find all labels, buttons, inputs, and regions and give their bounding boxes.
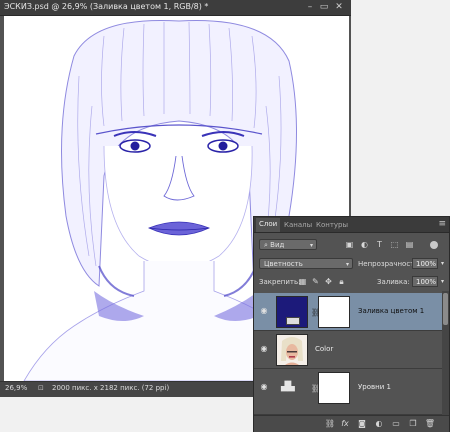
adjustment-layer-icon[interactable]: ◐ [373,419,385,429]
filter-type-icon[interactable]: T [375,240,384,249]
layer-mask-thumbnail [318,296,350,328]
layer-row[interactable]: ◉ ⛓︎ Заливка цветом 1 [254,293,449,331]
document-info: 2000 пикс. x 2182 пикс. (72 ppi) [52,384,170,392]
chevron-down-icon: ▾ [345,261,349,268]
levels-adjustment-icon: ▟▙ [281,382,295,392]
eye-icon[interactable]: ◉ [259,307,269,315]
opacity-field[interactable]: 100% [412,258,438,269]
fx-icon[interactable]: fx [339,419,351,429]
chevron-down-icon[interactable]: ▾ [441,260,444,267]
layers-panel: Слои Каналы Контуры ≡ ⌕ Вид ▾ ▣ ◐ T ⬚ ▤ … [253,216,450,432]
filter-pixel-icon[interactable]: ▣ [345,240,354,249]
tab-channels[interactable]: Каналы [281,219,315,231]
lock-label: Закрепить: [259,278,301,286]
layer-thumbnail [276,296,308,328]
layers-scroll-thumb[interactable] [443,293,448,325]
filter-row: ⌕ Вид ▾ ▣ ◐ T ⬚ ▤ [254,238,449,252]
lock-row: Закрепить: ▦ ✎ ✥ 🔒︎ Заливка: 100% ▾ [254,275,449,289]
filter-kind-dropdown[interactable]: ⌕ Вид ▾ [259,239,317,250]
close-button[interactable]: ✕ [333,2,345,12]
blend-mode-value: Цветность [264,260,303,268]
panel-bottom-bar: ⛓︎ fx ◙ ◐ ▭ ❐ 🗑︎ [254,415,449,432]
minimize-button[interactable]: – [304,2,316,12]
panel-tabs: Слои Каналы Контуры ≡ [254,217,449,233]
lock-position-icon[interactable]: ✥ [324,277,333,286]
new-layer-icon[interactable]: ❐ [407,419,419,429]
filter-shape-icon[interactable]: ⬚ [390,240,399,249]
document-title: ЭСКИЗ.psd @ 26,9% (Заливка цветом 1, RGB… [4,2,209,11]
layer-thumbnail [276,334,308,366]
lock-all-icon[interactable]: 🔒︎ [337,277,346,286]
fill-label: Заливка: [377,278,410,286]
eye-icon[interactable]: ◉ [259,383,269,391]
status-menu-icon[interactable]: ⊡ [38,384,44,392]
link-layers-icon[interactable]: ⛓︎ [324,419,336,429]
eye-icon[interactable]: ◉ [259,345,269,353]
filter-toggle-icon[interactable] [430,241,438,249]
filter-smart-object-icon[interactable]: ▤ [405,240,414,249]
document-titlebar[interactable]: ЭСКИЗ.psd @ 26,9% (Заливка цветом 1, RGB… [0,0,351,16]
filter-adjustment-icon[interactable]: ◐ [360,240,369,249]
filter-kind-label: Вид [270,241,285,249]
chevron-down-icon: ▾ [309,242,313,249]
trash-icon[interactable]: 🗑︎ [424,419,436,429]
add-mask-icon[interactable]: ◙ [356,419,368,429]
blend-row: Цветность ▾ Непрозрачность: 100% ▾ [254,257,449,271]
blend-mode-dropdown[interactable]: Цветность ▾ [259,258,353,269]
layer-name: Заливка цветом 1 [358,307,425,315]
lock-pixels-icon[interactable]: ✎ [311,277,320,286]
fill-layer-icon [286,317,300,325]
zoom-level[interactable]: 26,9% [5,384,27,392]
chevron-down-icon[interactable]: ▾ [441,278,444,285]
portrait-thumbnail-image [281,337,303,365]
lock-transparent-icon[interactable]: ▦ [298,277,307,286]
layer-name: Color [315,345,334,353]
tab-layers[interactable]: Слои [256,218,281,232]
layer-name: Уровни 1 [358,383,391,391]
layer-mask-thumbnail [318,372,350,404]
panel-menu-icon[interactable]: ≡ [438,219,446,229]
layer-row[interactable]: ◉ Color [254,331,449,369]
tab-paths[interactable]: Контуры [313,219,351,231]
fill-field[interactable]: 100% [412,276,438,287]
restore-button[interactable]: ▭ [318,2,330,12]
layer-row[interactable]: ◉ ▟▙ ⛓︎ Уровни 1 [254,369,449,415]
new-group-icon[interactable]: ▭ [390,419,402,429]
